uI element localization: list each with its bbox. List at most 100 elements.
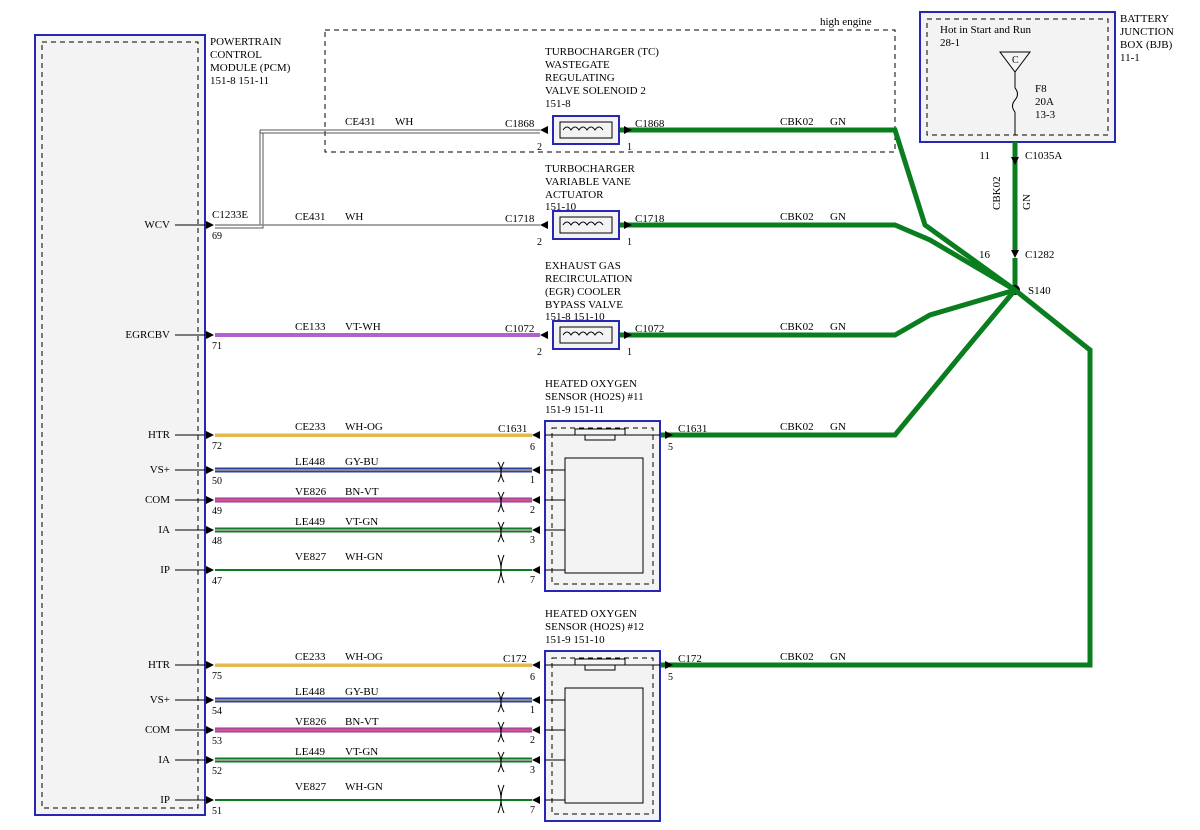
egr-t3: (EGR) COOLER — [545, 286, 622, 298]
gn-lbl-ho11-col: GN — [830, 421, 846, 433]
ho11-t1: HEATED OXYGEN — [545, 378, 637, 390]
gn-to-egr — [620, 290, 1015, 335]
bjb-ref: 11-1 — [1120, 52, 1140, 64]
pcm-title-2: CONTROL — [210, 49, 262, 61]
pcm-pin-label-htr1: HTR — [148, 429, 171, 441]
w1-col: WH — [395, 116, 413, 128]
tva-t1: TURBOCHARGER — [545, 163, 636, 175]
w7-col: VT-GN — [345, 516, 378, 528]
ho11-p2: 2 — [530, 505, 535, 516]
tc-pl: 2 — [537, 142, 542, 153]
comp-ho11: HEATED OXYGEN SENSOR (HO2S) #11 151-9 15… — [498, 378, 707, 591]
tva-t3: ACTUATOR — [545, 189, 604, 201]
w12-id: LE449 — [295, 746, 325, 758]
w4-col: WH-OG — [345, 421, 383, 433]
ho11-pl6: 6 — [530, 442, 535, 453]
pcm-pin-label-ip1: IP — [160, 564, 170, 576]
pcm-pin-arrow-htr1 — [206, 431, 214, 439]
tva-t2: VARIABLE VANE — [545, 176, 631, 188]
egr-pr: 1 — [627, 347, 632, 358]
comp-tc: TURBOCHARGER (TC) WASTEGATE REGULATING V… — [505, 46, 665, 153]
ho12-p7: 7 — [530, 805, 535, 816]
gn-lbl-tc-col: GN — [830, 116, 846, 128]
pcm-pin-num-ia2: 52 — [212, 766, 222, 777]
pcm-title-1: POWERTRAIN — [210, 36, 282, 48]
gn-lbl-tva-col: GN — [830, 211, 846, 223]
ho12-cr: C172 — [678, 653, 702, 665]
tc-cl: C1868 — [505, 118, 535, 130]
pcm-pin-num-wcv: 69 — [212, 231, 222, 242]
ho11-p1: 1 — [530, 475, 535, 486]
ho11-p3: 3 — [530, 535, 535, 546]
pcm-title-3: MODULE (PCM) — [210, 62, 291, 74]
ho12-p2: 2 — [530, 735, 535, 746]
w11-col: BN-VT — [345, 716, 379, 728]
pcm-pin-num-vsp2: 54 — [212, 706, 222, 717]
ho12-pl6: 6 — [530, 672, 535, 683]
egr-t4: BYPASS VALVE — [545, 299, 623, 311]
ho12-p3: 3 — [530, 765, 535, 776]
bjb-t3: BOX (BJB) — [1120, 39, 1173, 51]
pcm-pin-label-vsp2: VS+ — [150, 694, 170, 706]
pcm-pin-arrow-htr2 — [206, 661, 214, 669]
pcm-pin-arrow-wcv — [206, 221, 214, 229]
w4-id: CE233 — [295, 421, 326, 433]
w2-col: WH — [345, 211, 363, 223]
egr-ref: 151-8 151-10 — [545, 311, 605, 323]
egr-cr: C1072 — [635, 323, 664, 335]
gn-lbl-egr-col: GN — [830, 321, 846, 333]
bjb-fref: 13-3 — [1035, 109, 1056, 121]
gn-lbl-tva-id: CBK02 — [780, 211, 814, 223]
gn-lbl-ho11-id: CBK02 — [780, 421, 814, 433]
pcm-outer — [35, 35, 205, 815]
bjb-fuse: F8 — [1035, 83, 1047, 95]
w5-id: LE448 — [295, 456, 325, 468]
gn-lbl-ho12-col: GN — [830, 651, 846, 663]
w9-id: CE233 — [295, 651, 326, 663]
tc-t2: WASTEGATE — [545, 59, 610, 71]
pcm-pin-num-com2: 53 — [212, 736, 222, 747]
pcm-refs: 151-8 151-11 — [210, 75, 269, 87]
comp-tva: TURBOCHARGER VARIABLE VANE ACTUATOR 151-… — [505, 163, 665, 248]
pcm-pin-arrow-ia1 — [206, 526, 214, 534]
pcm-pin-arrow-ia2 — [206, 756, 214, 764]
high-engine-label: high engine — [820, 16, 872, 28]
tc-ref: 151-8 — [545, 98, 571, 110]
bjb-c1035a-pin: 11 — [979, 150, 990, 162]
w3-col: VT-WH — [345, 321, 381, 333]
pcm-pin-num-egrcbv: 71 — [212, 341, 222, 352]
bjb-hot: Hot in Start and Run — [940, 24, 1032, 36]
bjb-c1282-pin: 16 — [979, 249, 991, 261]
gn-to-tva — [620, 225, 1015, 290]
pcm-pin-arrow-vsp1 — [206, 466, 214, 474]
tc-cr: C1868 — [635, 118, 665, 130]
ho12-ref: 151-9 151-10 — [545, 634, 605, 646]
comp-ho12: HEATED OXYGEN SENSOR (HO2S) #12 151-9 15… — [503, 608, 702, 821]
w6-id: VE826 — [295, 486, 327, 498]
tva-cr: C1718 — [635, 213, 665, 225]
w10-id: LE448 — [295, 686, 325, 698]
pcm-pin-arrow-com1 — [206, 496, 214, 504]
ho12-t2: SENSOR (HO2S) #12 — [545, 621, 644, 633]
pcm-pin-label-com1: COM — [145, 494, 170, 506]
tc-t1: TURBOCHARGER (TC) — [545, 46, 659, 58]
ho11-ref: 151-9 151-11 — [545, 404, 604, 416]
bjb-c: C — [1012, 55, 1019, 66]
w10-col: GY-BU — [345, 686, 379, 698]
bjb-wire-id-v: CBK02 — [991, 176, 1003, 210]
w7-id: LE449 — [295, 516, 325, 528]
pcm-pin-label-ip2: IP — [160, 794, 170, 806]
bjb-hotref: 28-1 — [940, 37, 960, 49]
tc-t4: VALVE SOLENOID 2 — [545, 85, 646, 97]
gn-lbl-egr-id: CBK02 — [780, 321, 814, 333]
w3-id: CE133 — [295, 321, 326, 333]
w6-col: BN-VT — [345, 486, 379, 498]
wiring-diagram: POWERTRAIN CONTROL MODULE (PCM) 151-8 15… — [0, 0, 1200, 830]
w11-id: VE826 — [295, 716, 327, 728]
w13-col: WH-GN — [345, 781, 383, 793]
ho12-pr5: 5 — [668, 672, 673, 683]
bjb-amps: 20A — [1035, 96, 1054, 108]
w9-col: WH-OG — [345, 651, 383, 663]
gn-to-tc — [620, 130, 1015, 290]
pcm-conn-c1233e: C1233E — [212, 209, 248, 221]
